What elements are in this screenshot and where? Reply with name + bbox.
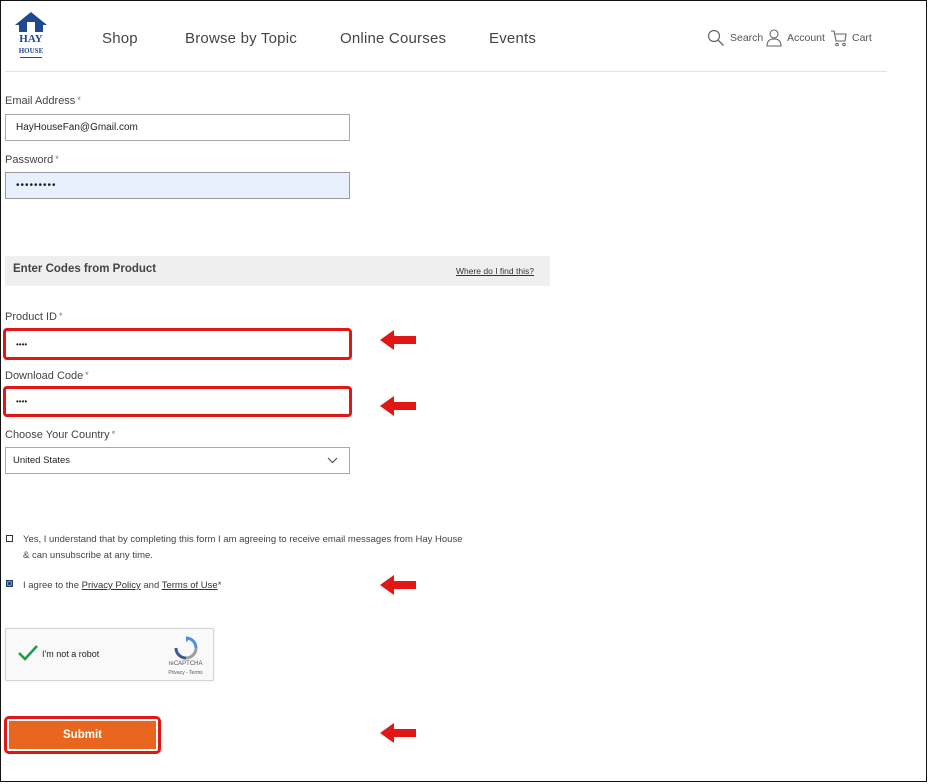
account-link[interactable]: Account	[766, 26, 825, 50]
password-label: Password *	[5, 154, 59, 166]
email-label: Email Address *	[5, 95, 81, 107]
download-code-label-text: Download Code	[5, 370, 84, 382]
logo-underline	[20, 57, 42, 58]
hay-house-logo[interactable]: HAY HOUSE	[14, 11, 48, 61]
email-label-text: Email Address	[5, 95, 76, 107]
email-opt-in-checkbox[interactable]	[6, 535, 13, 542]
required-mark: *	[77, 95, 81, 105]
search-icon	[707, 29, 724, 46]
download-code-value: ••••	[16, 397, 28, 406]
terms-of-use-link[interactable]: Terms of Use	[162, 580, 218, 591]
terms-middle: and	[140, 580, 162, 591]
nav-browse-by-topic[interactable]: Browse by Topic	[185, 30, 297, 47]
recaptcha-widget[interactable]: I'm not a robot reCAPTCHA Privacy - Term…	[5, 628, 214, 681]
download-code-field[interactable]: ••••	[3, 386, 352, 417]
nav-events[interactable]: Events	[489, 30, 536, 47]
cart-link[interactable]: Cart	[830, 26, 872, 50]
recaptcha-links[interactable]: Privacy - Terms	[163, 670, 208, 676]
header-divider	[5, 71, 887, 72]
terms-checkbox[interactable]	[6, 580, 13, 587]
submit-highlight: Submit	[4, 716, 161, 754]
red-arrow-icon	[380, 575, 416, 595]
password-field[interactable]: •••••••••	[5, 172, 350, 199]
product-id-field[interactable]: ••••	[3, 328, 352, 360]
terms-prefix: I agree to the	[23, 580, 82, 591]
required-mark: *	[58, 311, 63, 321]
terms-suffix: *	[217, 580, 222, 591]
logo-text-line1: HAY	[19, 33, 43, 45]
download-code-label: Download Code *	[5, 370, 89, 382]
product-id-label-text: Product ID	[5, 311, 57, 323]
recaptcha-logo-icon	[174, 636, 198, 660]
recaptcha-brand: reCAPTCHA	[168, 661, 203, 667]
search-link[interactable]: Search	[707, 26, 763, 50]
checkmark-icon	[18, 645, 38, 661]
password-value: •••••••••	[16, 180, 57, 191]
submit-button[interactable]: Submit	[9, 721, 156, 749]
house-icon	[15, 12, 47, 32]
nav-online-courses[interactable]: Online Courses	[340, 30, 446, 47]
privacy-policy-link[interactable]: Privacy Policy	[82, 580, 141, 591]
checkmark-icon	[7, 581, 12, 586]
search-label: Search	[730, 32, 764, 44]
country-select[interactable]: United States	[5, 447, 350, 474]
cart-label: Cart	[852, 32, 872, 44]
nav-shop[interactable]: Shop	[102, 30, 138, 47]
codes-section-title: Enter Codes from Product	[13, 263, 157, 275]
country-selected-value: United States	[13, 455, 71, 466]
recaptcha-label: I'm not a robot	[42, 649, 100, 659]
account-label: Account	[787, 32, 825, 44]
email-field[interactable]: HayHouseFan@Gmail.com	[5, 114, 350, 141]
product-id-label: Product ID *	[5, 311, 62, 323]
red-arrow-icon	[380, 396, 416, 416]
required-mark: *	[111, 429, 116, 439]
user-icon	[766, 29, 782, 47]
where-find-codes-link[interactable]: Where do I find this?	[456, 266, 534, 276]
red-arrow-icon	[380, 330, 416, 350]
password-label-text: Password	[5, 154, 54, 166]
required-mark: *	[55, 154, 59, 164]
chevron-down-icon	[327, 457, 338, 464]
product-id-value: ••••	[16, 339, 28, 349]
country-label-text: Choose Your Country	[5, 429, 110, 441]
cart-icon	[831, 30, 847, 47]
required-mark: *	[85, 370, 89, 380]
country-label: Choose Your Country *	[5, 429, 115, 441]
email-opt-in-text: Yes, I understand that by completing thi…	[23, 534, 463, 561]
email-value: HayHouseFan@Gmail.com	[16, 122, 138, 133]
logo-text-line2: HOUSE	[18, 47, 44, 55]
red-arrow-icon	[380, 723, 416, 743]
terms-text: I agree to the Privacy Policy and Terms …	[23, 578, 221, 594]
